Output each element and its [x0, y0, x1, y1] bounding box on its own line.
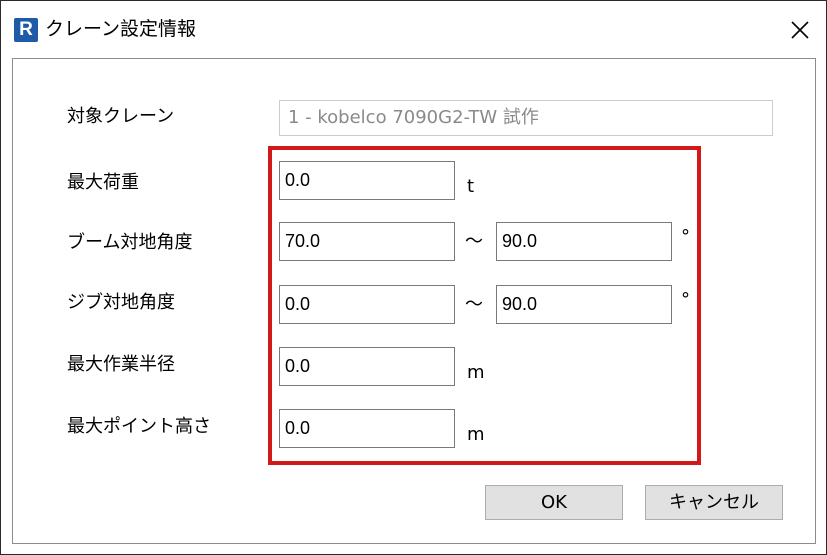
- target-crane-label: 対象クレーン: [67, 106, 175, 127]
- target-crane-field: 1 - kobelco 7090G2-TW 試作: [279, 100, 773, 136]
- jib-angle-min-input[interactable]: 0.0: [279, 285, 455, 324]
- ok-button[interactable]: OK: [485, 485, 623, 520]
- max-height-input[interactable]: 0.0: [279, 409, 455, 448]
- boom-angle-max-input[interactable]: 90.0: [496, 222, 672, 261]
- max-radius-unit: m: [467, 362, 485, 383]
- max-height-unit: m: [467, 424, 485, 445]
- dialog-window: R クレーン設定情報 対象クレーン 1 - kobelco 7090G2-TW …: [0, 0, 827, 555]
- boom-angle-separator: ～: [465, 231, 483, 252]
- boom-angle-min-input[interactable]: 70.0: [279, 222, 455, 261]
- title-bar[interactable]: R クレーン設定情報: [1, 1, 826, 58]
- jib-angle-label: ジブ対地角度: [67, 292, 175, 313]
- jib-angle-max-input[interactable]: 90.0: [496, 285, 672, 324]
- boom-angle-label: ブーム対地角度: [67, 232, 193, 253]
- close-button[interactable]: [783, 13, 817, 47]
- max-load-input[interactable]: 0.0: [279, 161, 455, 200]
- boom-angle-unit: °: [681, 226, 690, 247]
- cancel-button[interactable]: キャンセル: [645, 485, 783, 520]
- max-height-label: 最大ポイント高さ: [67, 416, 211, 437]
- jib-angle-separator: ～: [465, 294, 483, 315]
- jib-angle-unit: °: [681, 289, 690, 310]
- dialog-body: 対象クレーン 1 - kobelco 7090G2-TW 試作 最大荷重 0.0…: [12, 58, 816, 544]
- window-title: クレーン設定情報: [45, 18, 197, 40]
- max-radius-input[interactable]: 0.0: [279, 347, 455, 386]
- max-load-unit: t: [467, 176, 475, 197]
- max-load-label: 最大荷重: [67, 172, 139, 193]
- app-logo-icon: R: [14, 18, 38, 42]
- max-radius-label: 最大作業半径: [67, 354, 175, 375]
- close-icon: [791, 21, 809, 39]
